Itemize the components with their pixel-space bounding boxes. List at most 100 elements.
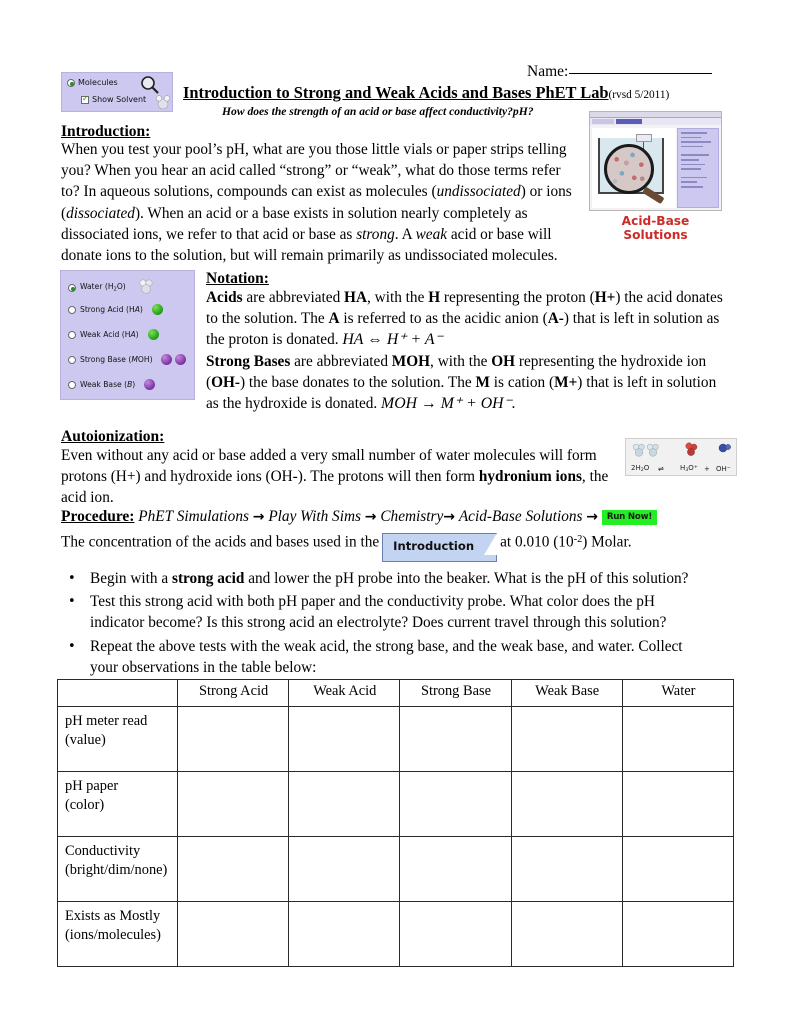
acid-dissociation-equation: HA ⇔ H⁺ + A⁻: [342, 331, 443, 349]
table-cell[interactable]: [288, 901, 401, 967]
hydronium-molecule-icon: [684, 442, 699, 459]
table-cell[interactable]: [510, 836, 623, 902]
intro-term-undissociated: undissociated: [436, 183, 521, 201]
concentration-suffix-b: ) Molar.: [582, 533, 632, 551]
arrow-icon: →: [586, 509, 599, 525]
autoionization-paragraph: Even without any acid or base added a ve…: [61, 445, 621, 509]
procedure-step-acid-base-solutions[interactable]: Acid-Base Solutions: [459, 508, 583, 525]
row-label-line1: pH paper: [65, 778, 119, 794]
show-solvent-label: Show Solvent: [92, 95, 147, 104]
molecules-radio-row[interactable]: Molecules: [67, 78, 118, 87]
table-row-label-ph-meter: pH meter read (value): [57, 706, 178, 772]
radio-strong-acid-icon[interactable]: [68, 305, 76, 314]
subtitle: How does the strength of an acid or base…: [222, 105, 534, 118]
row-label-line1: pH meter read: [65, 713, 148, 729]
checkbox-show-solvent-icon[interactable]: [81, 94, 89, 104]
molecules-label: Molecules: [78, 78, 118, 87]
notation-ohminus: OH-: [211, 373, 241, 391]
table-cell[interactable]: [288, 836, 401, 902]
radio-molecules-icon[interactable]: [67, 78, 75, 87]
table-cell[interactable]: [288, 706, 401, 772]
weak-base-molecule-icon: [144, 379, 156, 390]
bullet-text-post: and lower the pH probe into the beaker. …: [244, 570, 689, 587]
notation-t2b: , with the: [430, 352, 492, 370]
sim-tab-inactive: [592, 119, 614, 124]
table-cell[interactable]: [176, 901, 290, 967]
notation-acids-term: Acids: [206, 289, 243, 306]
strong-base-cation-icon: [160, 354, 172, 365]
procedure-step-play-with-sims[interactable]: Play With Sims: [268, 508, 361, 525]
water-molecule-icon: [632, 443, 646, 459]
row-label-line1: Exists as Mostly: [65, 908, 161, 924]
notation-t2d: ) the base donates to the solution. The: [240, 373, 476, 391]
radio-water-icon[interactable]: [68, 283, 76, 292]
table-cell[interactable]: [399, 836, 512, 902]
table-cell[interactable]: [621, 771, 735, 837]
intro-text-d: . A: [394, 225, 416, 243]
table-header-strong-base: Strong Base: [399, 679, 512, 707]
legend-item-water[interactable]: Water (H2O): [68, 279, 154, 296]
legend-label-weak-acid: Weak Acid (HA): [80, 330, 139, 339]
hydroxide-label: OH−: [716, 465, 731, 473]
radio-strong-base-icon[interactable]: [68, 355, 76, 364]
table-header-weak-acid: Weak Acid: [288, 679, 401, 707]
table-cell[interactable]: [399, 706, 512, 772]
legend-label-weak-base: Weak Base (B): [80, 380, 136, 389]
notation-mplus: M+: [554, 373, 578, 391]
table-cell[interactable]: [510, 901, 623, 967]
table-cell[interactable]: [399, 771, 512, 837]
bullet-text-bold: strong acid: [172, 570, 245, 587]
table-cell[interactable]: [621, 836, 735, 902]
weak-acid-molecule-icon: [147, 329, 159, 340]
notation-hplus: H+: [594, 289, 616, 306]
table-row-label-conductivity: Conductivity (bright/dim/none): [57, 836, 178, 902]
table-cell[interactable]: [399, 901, 512, 967]
intro-term-strong: strong: [356, 225, 395, 243]
strong-acid-molecule-icon: [151, 304, 163, 315]
show-solvent-row[interactable]: Show Solvent: [81, 94, 147, 104]
table-cell[interactable]: [621, 706, 735, 772]
row-label-line1: Conductivity: [65, 843, 141, 859]
list-item: • Repeat the above tests with the weak a…: [68, 636, 698, 678]
table-cell[interactable]: [510, 706, 623, 772]
sim-control-panel: [677, 128, 719, 208]
table-header-weak-base: Weak Base: [510, 679, 623, 707]
legend-item-strong-base[interactable]: Strong Base (MOH): [68, 354, 186, 365]
table-cell[interactable]: [176, 836, 290, 902]
introduction-tab[interactable]: Introduction: [382, 533, 498, 562]
table-row: Exists as Mostly (ions/molecules): [57, 901, 735, 967]
radio-weak-base-icon[interactable]: [68, 380, 76, 389]
legend-item-strong-acid[interactable]: Strong Acid (HA): [68, 304, 163, 315]
magnifier-lens-icon: [604, 144, 654, 194]
table-cell[interactable]: [176, 706, 290, 772]
notation-t2e: is cation (: [489, 373, 555, 391]
autoionization-equation-image: 2H2O ⇌ H3O+ + OH−: [625, 438, 737, 476]
document-title-row: Introduction to Strong and Weak Acids an…: [183, 83, 669, 103]
water-molecule-icon: [155, 95, 171, 112]
procedure-step-phet-simulations[interactable]: PhET Simulations: [138, 508, 249, 525]
run-now-button[interactable]: Run Now!: [601, 510, 658, 525]
radio-weak-acid-icon[interactable]: [68, 330, 76, 339]
bullet-text: Test this strong acid with both pH paper…: [90, 593, 667, 632]
table-cell[interactable]: [510, 771, 623, 837]
autoionization-heading: Autoionization:: [61, 428, 165, 445]
table-cell[interactable]: [621, 901, 735, 967]
page-title: Introduction to Strong and Weak Acids an…: [183, 83, 609, 102]
document-page: Name: Molecules Show Solvent Introduc: [0, 0, 791, 1024]
legend-label-strong-base: Strong Base (MOH): [80, 355, 153, 364]
legend-item-weak-acid[interactable]: Weak Acid (HA): [68, 329, 159, 340]
sim-caption: Acid-Base Solutions: [621, 214, 690, 242]
legend-item-weak-base[interactable]: Weak Base (B): [68, 379, 156, 390]
table-cell[interactable]: [288, 771, 401, 837]
procedure-step-chemistry[interactable]: Chemistry: [380, 508, 443, 525]
base-dissociation-equation: MOH → M⁺ + OH⁻.: [381, 395, 516, 413]
table-cell[interactable]: [176, 771, 290, 837]
sim-tab-active: [616, 119, 642, 124]
table-row-label-ph-paper: pH paper (color): [57, 771, 178, 837]
row-label-line2: (color): [65, 797, 105, 813]
concentration-exponent: -2: [573, 534, 583, 545]
notation-ha: HA: [344, 289, 367, 306]
name-blank-rule[interactable]: [569, 73, 713, 74]
bullet-text-pre: Begin with a: [90, 570, 172, 587]
legend-label-water: Water (H2O): [80, 282, 126, 293]
